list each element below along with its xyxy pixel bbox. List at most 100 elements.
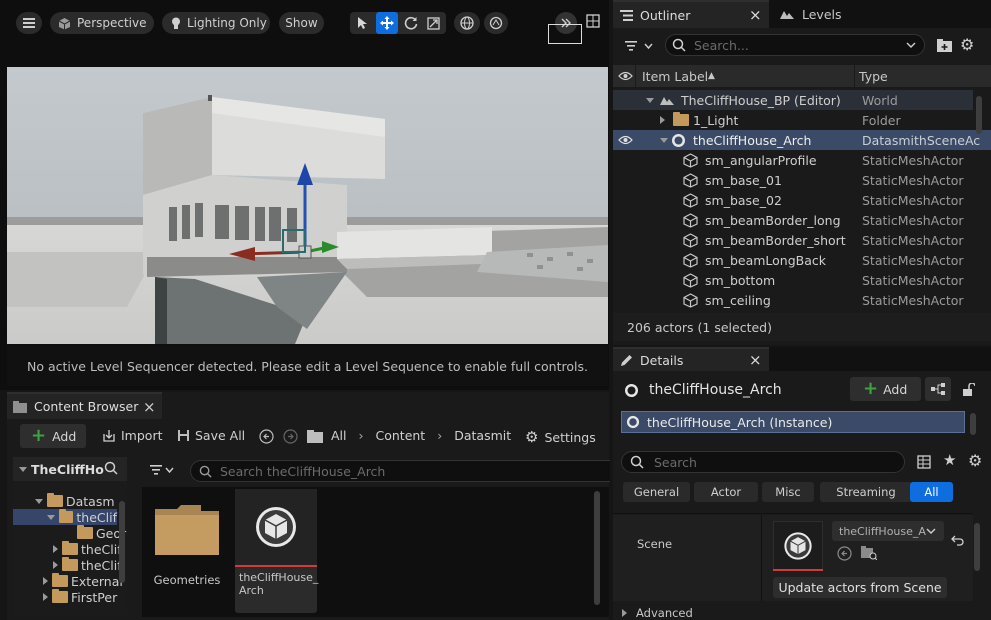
chevron-down-icon [47, 514, 55, 520]
filter-misc[interactable]: Misc [762, 482, 814, 502]
add-folder-icon[interactable] [937, 39, 952, 52]
tree-item-label: theClif [81, 541, 122, 557]
browse-back-icon[interactable] [837, 546, 852, 561]
move-tool-icon[interactable] [376, 12, 398, 34]
outliner-row[interactable]: sm_beamBorder_long StaticMeshActor [613, 210, 973, 230]
advanced-section-header[interactable]: Advanced [613, 605, 973, 620]
scene-asset-dropdown[interactable]: theCliffHouse_A [832, 521, 944, 541]
add-button[interactable]: + Add [20, 424, 86, 448]
outliner-scrollbar[interactable] [976, 96, 982, 134]
outliner-row[interactable]: sm_base_02 StaticMeshActor [613, 190, 973, 210]
scale-tool-icon[interactable] [427, 16, 440, 30]
tree-item[interactable]: FirstPer [43, 589, 117, 605]
close-icon[interactable]: × [749, 351, 762, 369]
show-button[interactable]: Show [279, 12, 324, 34]
asset-tile-datasmith-scene[interactable]: theCliffHouse_ Arch [235, 489, 318, 613]
settings-gear-icon[interactable]: ⚙ [968, 451, 982, 470]
outliner-row[interactable]: sm_angularProfile StaticMeshActor [613, 150, 973, 170]
import-button[interactable]: Import [102, 428, 163, 443]
chevron-right-icon [622, 608, 627, 617]
filter-icon[interactable] [150, 464, 174, 476]
tree-root-header[interactable]: TheCliffHo [13, 457, 127, 481]
visibility-column-icon[interactable] [618, 71, 633, 81]
outliner-row[interactable]: sm_base_01 StaticMeshActor [613, 170, 973, 190]
outliner-row-selected[interactable]: theCliffHouse_Arch DatasmithSceneAc [613, 130, 991, 150]
view-mode-button[interactable]: Lighting Only [162, 12, 270, 34]
rotate-tool-icon[interactable] [404, 16, 418, 30]
component-scrollbar[interactable] [970, 413, 976, 435]
content-browser-icon [13, 400, 27, 413]
lock-icon[interactable] [962, 383, 975, 397]
breadcrumb-item-datasmith[interactable]: Datasmit [454, 428, 511, 443]
row-type: StaticMeshActor [862, 232, 964, 248]
outliner-row-folder[interactable]: 1_Light Folder [613, 110, 973, 130]
tab-content-browser[interactable]: Content Browser × [7, 392, 162, 419]
add-component-button[interactable]: + Add [850, 377, 921, 401]
asset-type-bar [235, 565, 317, 567]
search-icon[interactable] [104, 461, 118, 475]
tree-scrollbar[interactable] [119, 501, 125, 583]
tab-outliner[interactable]: Outliner × [613, 0, 769, 28]
column-type[interactable]: Type [859, 69, 888, 84]
asset-scrollbar[interactable] [594, 491, 600, 605]
component-instance-row[interactable]: theCliffHouse_Arch (Instance) [621, 411, 965, 433]
outliner-row[interactable]: sm_beamLongBack StaticMeshActor [613, 250, 973, 270]
asset-search-input[interactable]: Search theCliffHouse_Arch [190, 460, 610, 482]
world-local-toggle[interactable] [454, 12, 480, 34]
filter-streaming[interactable]: Streaming [820, 482, 912, 502]
tree-item[interactable]: theClif [53, 557, 122, 573]
filter-icon[interactable] [625, 40, 655, 52]
cube-icon [58, 17, 71, 30]
save-all-button[interactable]: Save All [177, 428, 245, 443]
back-icon[interactable] [259, 429, 274, 444]
save-all-label: Save All [195, 428, 246, 443]
eye-icon[interactable] [618, 135, 633, 145]
tab-levels[interactable]: Levels [779, 0, 842, 28]
details-search-input[interactable]: Search [621, 451, 905, 473]
asset-label: Geometries [153, 573, 221, 587]
viewport-menu-button[interactable] [16, 12, 42, 34]
tree-item[interactable]: External [43, 573, 123, 589]
column-item-label[interactable]: Item Label [642, 69, 708, 84]
scene-asset-thumbnail[interactable] [773, 521, 823, 571]
reset-arrow-icon[interactable] [951, 535, 964, 546]
filter-all[interactable]: All [910, 482, 953, 502]
outliner-row[interactable]: sm_bottom StaticMeshActor [613, 270, 973, 290]
browse-folder-icon[interactable] [861, 546, 877, 560]
layout-grid-icon[interactable] [586, 14, 600, 28]
blueprint-icon [931, 383, 945, 395]
tree-item-selected[interactable]: theClif [13, 509, 117, 525]
asset-tile-folder[interactable]: Geometries [150, 493, 224, 611]
level-viewport[interactable]: Perspective Lighting Only Show No active… [0, 0, 609, 390]
sort-ascending-icon: ▲ [708, 71, 715, 81]
outliner-status: 206 actors (1 selected) [613, 313, 991, 341]
tree-item[interactable]: theClif [53, 541, 122, 557]
chevron-down-icon[interactable] [906, 42, 916, 48]
tree-item[interactable]: Datasm [35, 493, 115, 509]
close-icon[interactable]: × [143, 398, 156, 416]
outliner-row-world[interactable]: TheCliffHouse_BP (Editor) World [613, 90, 973, 110]
folder-icon[interactable] [307, 430, 323, 443]
outliner-row[interactable]: sm_beamBorder_short StaticMeshActor [613, 230, 973, 250]
chevron-right-icon [660, 116, 665, 124]
settings-gear-icon[interactable]: ⚙ [960, 35, 974, 54]
select-tool-icon[interactable] [356, 16, 368, 30]
scene-render[interactable] [7, 67, 608, 344]
surface-snap-toggle[interactable] [484, 12, 508, 34]
forward-icon[interactable] [283, 429, 298, 444]
tab-details[interactable]: Details × [613, 347, 769, 371]
perspective-button[interactable]: Perspective [50, 12, 154, 34]
filter-general[interactable]: General [623, 482, 690, 502]
outliner-search-input[interactable]: Search... [665, 34, 925, 56]
close-icon[interactable]: × [749, 6, 762, 24]
details-scrollbar[interactable] [974, 523, 980, 571]
star-icon[interactable]: ★ [943, 451, 956, 469]
table-view-icon[interactable] [917, 455, 931, 469]
breadcrumb-item-content[interactable]: Content [376, 428, 426, 443]
breadcrumb-item-all[interactable]: All [331, 428, 347, 443]
update-actors-button[interactable]: Update actors from Scene [773, 577, 947, 598]
outliner-row[interactable]: sm_ceiling StaticMeshActor [613, 290, 973, 310]
filter-actor[interactable]: Actor [694, 482, 758, 502]
settings-button[interactable]: ⚙ Settings [525, 428, 596, 446]
blueprint-button[interactable] [925, 377, 951, 401]
